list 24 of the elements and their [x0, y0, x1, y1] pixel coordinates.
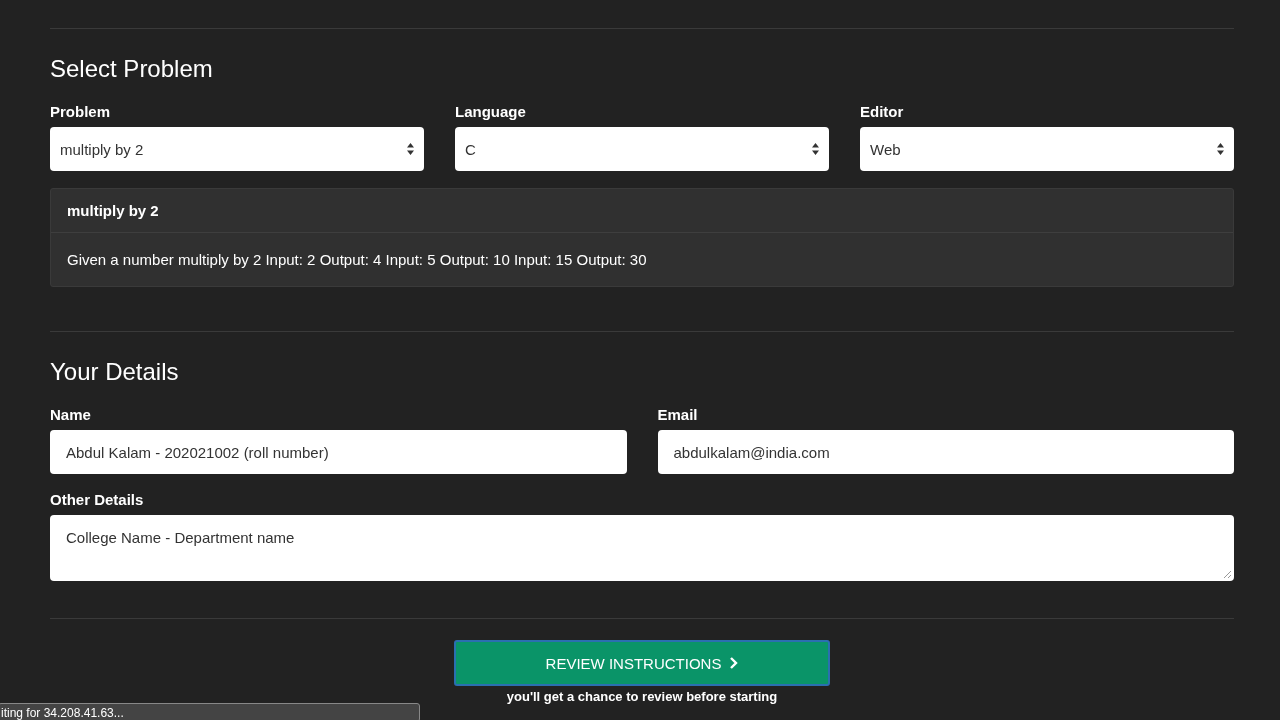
problem-description: Given a number multiply by 2 Input: 2 Output: 4 Input: 5 Output: 10 Input: 15 Output: 30: [66, 250, 648, 270]
review-note: you'll get a chance to review before starting: [506, 690, 778, 704]
section-heading: Select Problem: [50, 55, 214, 83]
email-field[interactable]: abdulkalam@india.com: [657, 430, 1234, 474]
chevron-right-icon: [729, 657, 739, 669]
field-label: Name: [50, 406, 92, 423]
other-details-field[interactable]: College Name - Department name: [50, 515, 1234, 581]
sort-arrows-icon: [812, 143, 819, 155]
name-field[interactable]: Abdul Kalam - 202021002 (roll number): [50, 430, 627, 474]
select-field[interactable]: multiply by 2: [50, 127, 424, 171]
field-label: Email: [657, 406, 699, 423]
field-label: Problem: [50, 103, 111, 120]
field-label: Editor: [860, 103, 905, 120]
resize-grip-icon[interactable]: [1223, 570, 1231, 578]
problem-title: multiply by 2: [51, 189, 1233, 233]
status-bar: iting for 34.208.41.63...: [0, 703, 420, 720]
review-instructions-button[interactable]: REVIEW INSTRUCTIONS: [454, 640, 830, 686]
select-field[interactable]: Web: [860, 127, 1234, 171]
sort-arrows-icon: [1217, 143, 1224, 155]
field-label: Other Details: [50, 491, 145, 508]
select-field[interactable]: C: [455, 127, 829, 171]
section-heading: Your Details: [50, 358, 180, 386]
sort-arrows-icon: [407, 143, 414, 155]
field-label: Language: [455, 103, 527, 120]
